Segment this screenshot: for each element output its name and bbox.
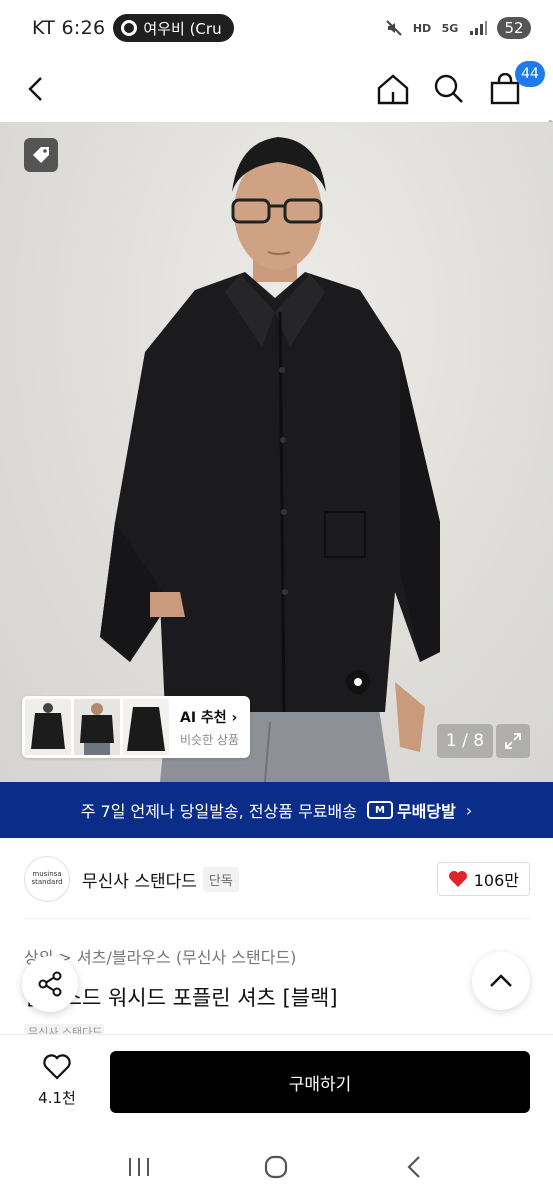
signal-icon [469, 20, 487, 36]
scroll-to-top-button[interactable] [472, 952, 530, 1010]
divider [24, 918, 530, 919]
product-image-carousel[interactable]: AI 추천 › 비슷한 상품 1 / 8 [0, 122, 553, 782]
status-icons: HD 5G 52 [385, 17, 531, 39]
thumbnail-image [123, 699, 169, 755]
now-playing-pill[interactable]: 여우비 (Cru [113, 14, 234, 42]
hd-icon: HD [412, 21, 432, 35]
shipping-promo-banner[interactable]: 주 7일 언제나 당일발송, 전상품 무료배송 M 무배당발 › [0, 782, 553, 838]
delivery-truck-icon: M [366, 801, 393, 819]
image-counter: 1 / 8 [437, 724, 493, 758]
chevron-left-icon [28, 77, 42, 101]
recommend-thumbnail[interactable] [25, 699, 71, 755]
store-logo-line2: standard [31, 878, 63, 886]
fullscreen-button[interactable] [496, 724, 530, 758]
product-photo [100, 137, 440, 782]
buy-button[interactable]: 구매하기 [110, 1051, 530, 1113]
store-name[interactable]: 무신사 스탠다드 [82, 867, 197, 892]
status-bar: KT 6:26 여우비 (Cru HD 5G 52 [0, 0, 553, 56]
tag-button[interactable] [24, 138, 58, 172]
ai-recommend-text[interactable]: AI 추천 › 비슷한 상품 [180, 707, 239, 748]
ai-recommend-subtitle: 비슷한 상품 [180, 732, 240, 747]
cart-button[interactable]: 44 [487, 61, 545, 107]
thumbnail-image [25, 699, 71, 755]
chevron-up-icon [490, 974, 512, 987]
home-circle-icon [265, 1155, 288, 1179]
header-actions: 44 [375, 61, 545, 107]
now-playing-text: 여우비 (Cru [143, 19, 222, 38]
free-shipping-label: 무배당발 [396, 802, 456, 821]
chevron-right-icon: › [465, 800, 473, 820]
ai-recommend-card[interactable]: AI 추천 › 비슷한 상품 [22, 696, 250, 758]
home-icon [377, 74, 409, 105]
tag-icon [33, 147, 49, 163]
heart-filled-icon [448, 871, 467, 887]
cart-count-badge: 44 [515, 61, 545, 87]
status-time: KT 6:26 [32, 17, 106, 39]
back-button[interactable] [16, 69, 56, 109]
network-icon: 5G [441, 21, 459, 35]
system-nav-bar [0, 1134, 553, 1200]
back-nav-button[interactable] [389, 1142, 439, 1192]
recent-apps-icon [128, 1158, 149, 1176]
store-logo[interactable]: musinsa standard [24, 856, 70, 902]
share-icon [38, 971, 62, 997]
image-hotspot[interactable] [346, 670, 370, 694]
purchase-bar: 4.1천 구매하기 [0, 1034, 553, 1134]
store-like-count: 106만 [473, 871, 519, 890]
back-icon [407, 1156, 420, 1178]
free-shipping-brand: M 무배당발 [366, 798, 456, 822]
thumbnail-image [74, 699, 120, 755]
expand-icon [505, 733, 521, 749]
wishlist-count: 4.1천 [38, 1089, 76, 1107]
search-icon [434, 74, 463, 103]
app-header: 44 [0, 56, 553, 168]
store-row: musinsa standard 무신사 스탠다드 단독 106만 [24, 856, 530, 902]
search-button[interactable] [431, 71, 467, 107]
music-icon [121, 20, 138, 36]
heart-outline-icon [43, 1054, 71, 1080]
home-nav-button[interactable] [251, 1142, 301, 1192]
recommend-thumbnail[interactable] [74, 699, 120, 755]
promo-text: 주 7일 언제나 당일발송, 전상품 무료배송 [80, 802, 357, 821]
wishlist-button[interactable]: 4.1천 [28, 1053, 86, 1108]
recent-apps-button[interactable] [114, 1142, 164, 1192]
store-like-button[interactable]: 106만 [436, 862, 530, 896]
ai-recommend-title: AI 추천 › [180, 709, 238, 726]
home-button[interactable] [375, 71, 411, 107]
mute-icon [385, 20, 403, 36]
battery-icon: 52 [497, 17, 531, 39]
share-button[interactable] [22, 956, 78, 1012]
exclusive-badge: 단독 [202, 866, 239, 892]
recommend-thumbnail[interactable] [123, 699, 169, 755]
